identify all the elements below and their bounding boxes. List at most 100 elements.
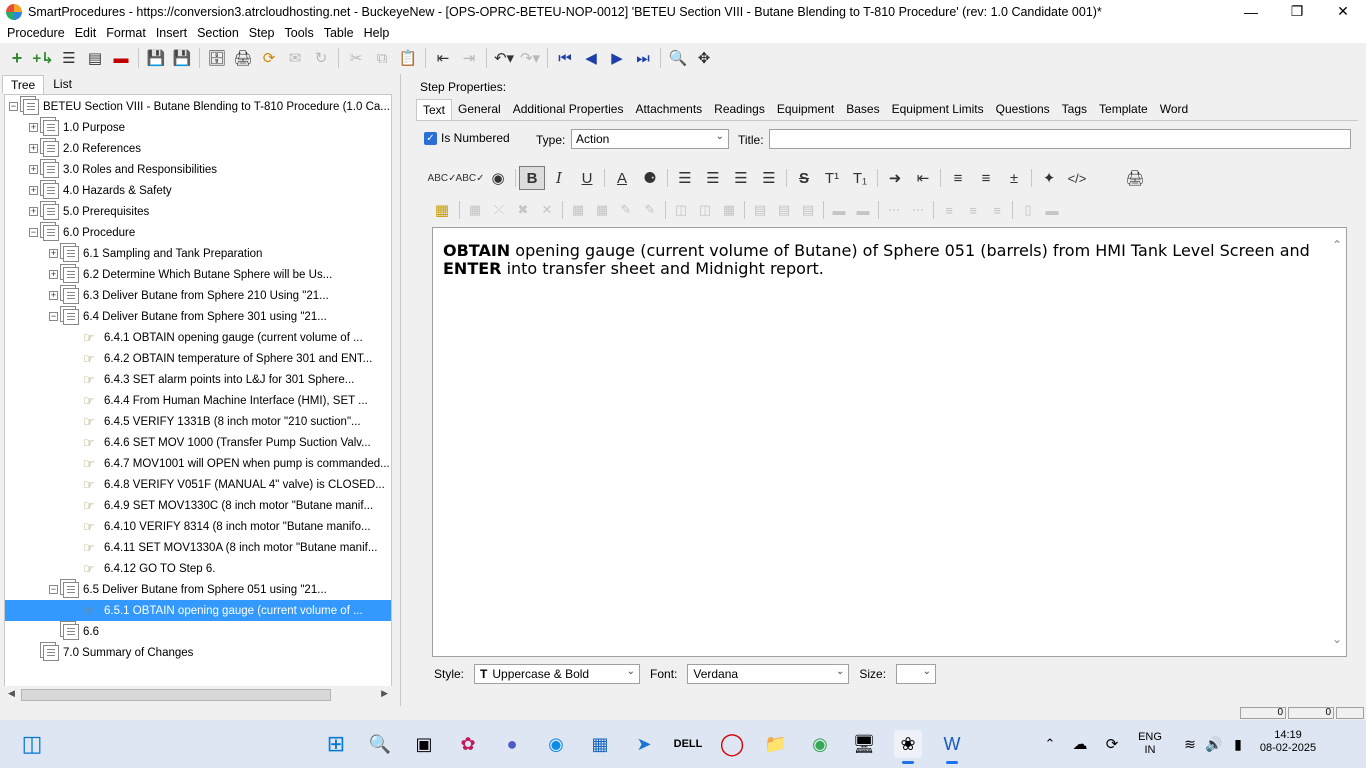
merge-cells-icon[interactable]: ▦ <box>717 198 741 222</box>
minimize-icon[interactable]: — <box>1228 0 1274 23</box>
tab-general[interactable]: General <box>452 99 507 119</box>
table-edit-icon[interactable]: ▦ <box>590 198 614 222</box>
magic-wand-icon[interactable]: ✦ <box>1035 166 1063 190</box>
tree-node[interactable]: − BETEU Section VIII - Butane Blending to… <box>5 96 390 117</box>
tree-node[interactable]: ☞ 6.4.4 From Human Machine Interface (HMI… <box>5 390 368 411</box>
cell-middle-icon[interactable]: ▬ <box>851 198 875 222</box>
is-numbered-checkbox[interactable]: ✓ <box>424 131 437 145</box>
step-text-editor[interactable]: OBTAIN opening gauge (current volume of … <box>432 227 1347 657</box>
smartprocedures-taskbar-icon[interactable]: ❀ <box>894 730 922 764</box>
tree-horizontal-scrollbar[interactable]: ◀ ▶ <box>4 686 392 704</box>
add-icon[interactable]: + <box>4 45 30 71</box>
row-height-icon[interactable]: ▬ <box>1040 198 1064 222</box>
refresh-icon[interactable]: ⟳ <box>1098 730 1126 758</box>
procedure-tree[interactable]: − BETEU Section VIII - Butane Blending to… <box>4 94 392 690</box>
first-icon[interactable]: ⏮ <box>552 45 578 71</box>
pane-splitter[interactable] <box>400 74 406 706</box>
menu-procedure[interactable]: Procedure <box>2 26 70 40</box>
numbered-list-icon[interactable]: ≡ <box>972 166 1000 190</box>
previous-icon[interactable]: ◀ <box>578 45 604 71</box>
align-center-icon[interactable]: ☰ <box>699 166 727 190</box>
print-preview-icon[interactable]: 🖨 <box>1121 166 1149 190</box>
tab-equipment-limits[interactable]: Equipment Limits <box>886 99 990 119</box>
outdent-icon[interactable]: ⇤ <box>430 45 456 71</box>
tree-node[interactable]: +6.3 Deliver Butane from Sphere 210 Usin… <box>5 285 329 306</box>
expand-icon[interactable]: + <box>49 270 58 279</box>
paste-icon[interactable]: 📋 <box>395 45 421 71</box>
menu-insert[interactable]: Insert <box>151 26 192 40</box>
menu-help[interactable]: Help <box>359 26 395 40</box>
insert-row-above-icon[interactable]: ▤ <box>748 198 772 222</box>
column-width-icon[interactable]: ▯ <box>1016 198 1040 222</box>
tab-readings[interactable]: Readings <box>708 99 771 119</box>
cell-top-icon[interactable]: ▬ <box>827 198 851 222</box>
start-icon[interactable]: ⊞ <box>322 730 350 758</box>
envelope-icon[interactable]: ✉ <box>282 45 308 71</box>
battery-icon[interactable]: ▮ <box>1224 730 1252 758</box>
publish-icon[interactable]: 🗄 <box>204 45 230 71</box>
size-select[interactable]: ⌄ <box>896 664 937 684</box>
tab-equipment[interactable]: Equipment <box>771 99 840 119</box>
tree-node[interactable]: − 6.5 Deliver Butane from Sphere 051 usin… <box>5 579 327 600</box>
html-source-icon[interactable]: </> <box>1063 166 1091 190</box>
title-input[interactable] <box>769 129 1351 149</box>
save-icon[interactable]: 💾 <box>169 45 195 71</box>
list-settings-icon[interactable]: ▤ <box>82 45 108 71</box>
table-align-left-icon[interactable]: ≡ <box>937 198 961 222</box>
spell-check-all-icon[interactable]: ABC✓ <box>456 166 485 190</box>
distribute-rows-icon[interactable]: ⋯ <box>882 198 906 222</box>
tree-node[interactable]: 6.6 <box>5 621 99 642</box>
tree-node[interactable]: +4.0 Hazards & Safety <box>5 180 172 201</box>
superscript-icon[interactable]: T¹ <box>818 166 846 190</box>
table-align-center-icon[interactable]: ≡ <box>961 198 985 222</box>
collapse-icon[interactable]: − <box>49 585 58 594</box>
move-icon[interactable]: ✥ <box>691 45 717 71</box>
power-automate-icon[interactable]: ➤ <box>630 730 658 758</box>
close-icon[interactable]: ✕ <box>1320 0 1366 23</box>
task-view-icon[interactable]: ▣ <box>410 730 438 758</box>
tab-bases[interactable]: Bases <box>840 99 885 119</box>
tab-attachments[interactable]: Attachments <box>629 99 708 119</box>
scrollbar-thumb[interactable] <box>21 689 331 701</box>
insert-column-left-icon[interactable]: ◫ <box>669 198 693 222</box>
tree-node[interactable]: +2.0 References <box>5 138 141 159</box>
font-color-icon[interactable]: A <box>608 166 636 190</box>
underline-button[interactable]: U <box>573 166 601 190</box>
menu-section[interactable]: Section <box>192 26 244 40</box>
cut-icon[interactable]: ✂ <box>343 45 369 71</box>
expand-icon[interactable]: + <box>29 186 38 195</box>
expand-icon[interactable]: + <box>29 123 38 132</box>
delete-row-icon[interactable]: ✕ <box>535 198 559 222</box>
widgets-icon[interactable]: ◫ <box>18 730 46 758</box>
tree-node[interactable]: +3.0 Roles and Responsibilities <box>5 159 217 180</box>
tab-additional-properties[interactable]: Additional Properties <box>507 99 630 119</box>
remote-desktop-icon[interactable]: 🖥 <box>850 730 878 758</box>
network-sync-icon[interactable]: ☁ <box>1066 730 1094 758</box>
menu-tools[interactable]: Tools <box>280 26 319 40</box>
scroll-down-icon[interactable]: ⌄ <box>1332 632 1342 646</box>
style-select[interactable]: T Uppercase & Bold ⌄ <box>474 664 641 684</box>
tree-node[interactable]: +5.0 Prerequisites <box>5 201 149 222</box>
expand-icon[interactable]: + <box>29 165 38 174</box>
clock[interactable]: 14:19 08-02-2025 <box>1256 729 1320 755</box>
tree-node[interactable]: ☞ 6.4.9 SET MOV1330C (8 inch motor "Butan… <box>5 495 373 516</box>
tree-node[interactable]: ☞ 6.4.2 OBTAIN temperature of Sphere 301 … <box>5 348 372 369</box>
expand-icon[interactable]: + <box>29 144 38 153</box>
tab-template[interactable]: Template <box>1093 99 1154 119</box>
align-right-icon[interactable]: ☰ <box>727 166 755 190</box>
last-icon[interactable]: ⏭ <box>630 45 656 71</box>
tab-tags[interactable]: Tags <box>1056 99 1093 119</box>
fill-color-icon[interactable]: ⚈ <box>636 166 664 190</box>
scroll-left-icon[interactable]: ◀ <box>8 688 15 699</box>
expand-icon[interactable]: + <box>49 291 58 300</box>
bold-button[interactable]: B <box>519 166 545 190</box>
collapse-icon[interactable]: − <box>49 312 58 321</box>
align-justify-icon[interactable]: ☰ <box>755 166 783 190</box>
copilot-icon[interactable]: ✿ <box>454 730 482 758</box>
tab-text[interactable]: Text <box>416 98 453 120</box>
expand-icon[interactable]: + <box>29 207 38 216</box>
edge-icon[interactable]: ◉ <box>542 730 570 758</box>
chrome-icon[interactable]: ◉ <box>806 730 834 758</box>
tree-node[interactable]: ☞ 6.4.12 GO TO Step 6. <box>5 558 215 579</box>
spell-check-icon[interactable]: ABC✓ <box>428 166 457 190</box>
